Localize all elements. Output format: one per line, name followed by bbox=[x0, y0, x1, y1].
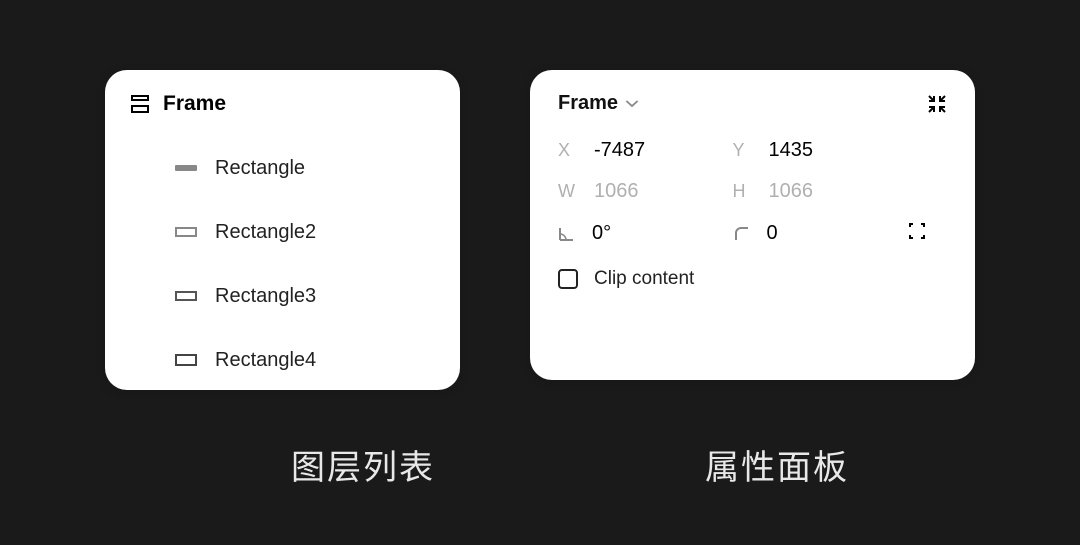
y-value: 1435 bbox=[769, 139, 814, 162]
layer-item-rectangle2[interactable]: Rectangle2 bbox=[175, 200, 434, 264]
y-label: Y bbox=[733, 140, 753, 161]
corner-radius-icon bbox=[733, 225, 751, 243]
radius-field[interactable]: 0 bbox=[733, 222, 900, 245]
independent-corners-icon[interactable] bbox=[907, 221, 927, 241]
x-value: -7487 bbox=[594, 139, 645, 162]
rotation-field[interactable]: 0° bbox=[558, 222, 725, 245]
width-field[interactable]: W 1066 bbox=[558, 180, 725, 203]
x-field[interactable]: X -7487 bbox=[558, 139, 725, 162]
layer-title: Frame bbox=[163, 92, 226, 116]
h-label: H bbox=[733, 181, 753, 202]
layer-item-rectangle3[interactable]: Rectangle3 bbox=[175, 264, 434, 328]
rectangle-icon bbox=[175, 354, 197, 366]
clip-content-row: Clip content bbox=[558, 268, 947, 290]
rectangle-icon bbox=[175, 227, 197, 237]
layer-item-label: Rectangle3 bbox=[215, 285, 316, 308]
collapse-icon[interactable] bbox=[927, 94, 947, 114]
angle-icon bbox=[558, 225, 576, 243]
layer-item-rectangle4[interactable]: Rectangle4 bbox=[175, 328, 434, 392]
layer-panel: Frame Rectangle Rectangle2 Rectangle3 Re… bbox=[105, 70, 460, 390]
properties-title: Frame bbox=[558, 92, 618, 115]
captions: 图层列表 属性面板 bbox=[231, 440, 849, 489]
rectangle-icon bbox=[175, 291, 197, 301]
properties-panel: Frame X -7487 Y 1435 W 1066 bbox=[530, 70, 975, 380]
layer-item-label: Rectangle4 bbox=[215, 349, 316, 372]
height-field[interactable]: H 1066 bbox=[733, 180, 900, 203]
x-label: X bbox=[558, 140, 578, 161]
chevron-down-icon bbox=[626, 100, 638, 108]
clip-content-label: Clip content bbox=[594, 268, 694, 290]
layer-item-label: Rectangle2 bbox=[215, 221, 316, 244]
layer-header[interactable]: Frame bbox=[131, 92, 434, 116]
w-label: W bbox=[558, 181, 578, 202]
y-field[interactable]: Y 1435 bbox=[733, 139, 900, 162]
layer-panel-caption: 图层列表 bbox=[291, 440, 435, 489]
properties-header: Frame bbox=[558, 92, 947, 115]
properties-grid: X -7487 Y 1435 W 1066 H 1066 bbox=[558, 139, 947, 246]
radius-value: 0 bbox=[767, 222, 778, 245]
properties-panel-caption: 属性面板 bbox=[705, 440, 849, 489]
layer-list: Rectangle Rectangle2 Rectangle3 Rectangl… bbox=[131, 136, 434, 392]
w-value: 1066 bbox=[594, 180, 639, 203]
rotation-value: 0° bbox=[592, 222, 611, 245]
frame-icon bbox=[131, 95, 149, 113]
layer-item-label: Rectangle bbox=[215, 157, 305, 180]
frame-type-dropdown[interactable]: Frame bbox=[558, 92, 638, 115]
clip-content-checkbox[interactable] bbox=[558, 269, 578, 289]
rectangle-icon bbox=[175, 165, 197, 171]
layer-item-rectangle[interactable]: Rectangle bbox=[175, 136, 434, 200]
h-value: 1066 bbox=[769, 180, 814, 203]
